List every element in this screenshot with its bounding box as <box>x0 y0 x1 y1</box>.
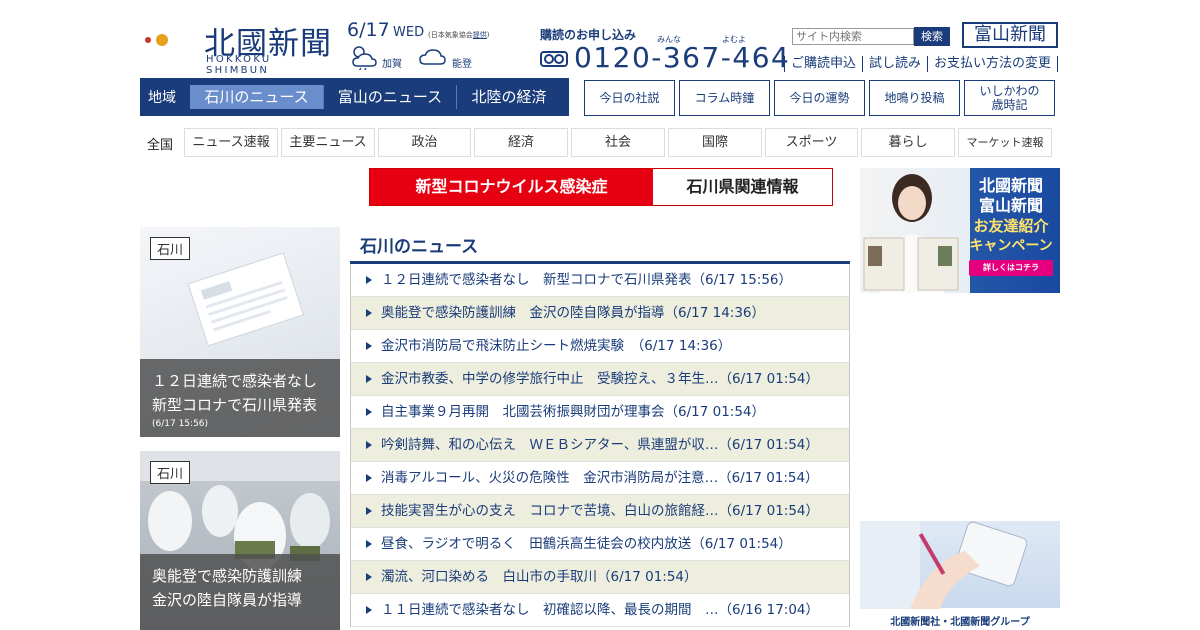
news-list-item[interactable]: 昼食、ラジオで明るく 田鶴浜高生徒会の校内放送（6/17 01:54） <box>351 528 849 561</box>
cat-breaking-news[interactable]: ニュース速報 <box>184 128 278 157</box>
ad-line: 北國新聞 <box>978 176 1043 195</box>
hokkoku-logo[interactable]: 北國新聞 HOKKOKU SHIMBUN <box>140 16 340 76</box>
weather-place-label: 能登 <box>452 58 472 70</box>
ishikawa-news-heading: 石川のニュース <box>360 237 479 257</box>
reader-posts-button[interactable]: 地鳴り投稿 <box>869 80 960 116</box>
ad-caption: 北國新聞社・北國新聞グループ <box>890 617 1030 628</box>
arrow-icon <box>366 507 372 515</box>
toyama-shimbun-logo[interactable]: 富山新聞 <box>962 22 1058 48</box>
cat-society[interactable]: 社会 <box>571 128 665 157</box>
ishikawa-calendar-button[interactable]: いしかわの 歳時記 <box>964 80 1055 116</box>
ad-line: 富山新聞 <box>978 196 1043 215</box>
arrow-icon <box>366 474 372 482</box>
cloud-icon <box>419 49 446 65</box>
subscription-links: ご購読申込 試し読み お支払い方法の変更 <box>784 56 1059 72</box>
arrow-icon <box>366 342 372 350</box>
arrow-icon <box>366 408 372 416</box>
arrow-icon <box>366 606 372 614</box>
news-list-item[interactable]: 金沢市消防局で飛沫防止シート燃焼実験 （6/17 14:36） <box>351 330 849 363</box>
arrow-icon <box>366 276 372 284</box>
sun-cloud-icon <box>352 46 377 70</box>
search-button[interactable]: 検索 <box>914 27 950 46</box>
site-search-input[interactable] <box>792 28 914 45</box>
payment-change-link[interactable]: お支払い方法の変更 <box>927 56 1059 72</box>
card-title: １２日連続で感染者なし 新型コロナで石川県発表 <box>152 372 333 414</box>
cat-economy[interactable]: 経済 <box>474 128 568 157</box>
arrow-icon <box>366 375 372 383</box>
trial-link[interactable]: 試し読み <box>862 56 927 72</box>
news-list-item[interactable]: 吟剣詩舞、和の心伝え ＷＥＢシアター、県連盟が収…（6/17 01:54） <box>351 429 849 462</box>
subscription-phone[interactable]: 0120-367-464 <box>574 41 790 74</box>
region-nav: 地域 石川のニュース 富山のニュース 北陸の経済 <box>140 78 569 116</box>
weather-credit-link[interactable]: 提供 <box>473 31 487 39</box>
cat-main-news[interactable]: 主要ニュース <box>281 128 375 157</box>
card-region-tag: 石川 <box>150 461 191 484</box>
column-jisho-button[interactable]: コラム時鐘 <box>679 80 770 116</box>
ad-line: キャンペーン <box>969 238 1053 254</box>
card-caption: １２日連続で感染者なし 新型コロナで石川県発表 (6/17 15:56) <box>140 359 340 437</box>
card-caption: 奥能登で感染防護訓練 金沢の陸自隊員が指導 <box>140 554 340 630</box>
weather-kaga[interactable]: 加賀 <box>349 44 402 70</box>
card-title: 奥能登で感染防護訓練 金沢の陸自隊員が指導 <box>152 567 318 609</box>
free-dial-icon <box>540 51 568 67</box>
news-list-item[interactable]: 奥能登で感染防護訓練 金沢の陸自隊員が指導（6/17 14:36） <box>351 297 849 330</box>
news-list-item[interactable]: 消毒アルコール、火災の危険性 金沢市消防局が注意…（6/17 01:54） <box>351 462 849 495</box>
subscribe-link[interactable]: ご購読申込 <box>784 56 862 72</box>
region-nav-label: 地域 <box>148 90 176 106</box>
cat-sports[interactable]: スポーツ <box>765 128 858 157</box>
ad-person-image <box>863 174 959 293</box>
news-list-item[interactable]: 自主事業９月再開 北國芸術振興財団が理事会（6/17 01:54） <box>351 396 849 429</box>
horoscope-button[interactable]: 今日の運勢 <box>774 80 865 116</box>
national-label: 全国 <box>147 138 174 153</box>
friend-referral-ad[interactable]: 北國新聞 富山新聞 お友達紹介 キャンペーン 詳しくはコチラ <box>860 168 1060 293</box>
editorial-button[interactable]: 今日の社説 <box>584 80 675 116</box>
card-date: (6/17 15:56) <box>152 419 209 429</box>
feature-card[interactable]: 石川 １２日連続で感染者なし 新型コロナで石川県発表 (6/17 15:56) <box>140 227 340 437</box>
logo-subtitle: HOKKOKU SHIMBUN <box>206 54 272 76</box>
corona-banner-right: 石川県関連情報 <box>686 177 799 196</box>
arrow-icon <box>366 540 372 548</box>
corona-banner[interactable]: 新型コロナウイルス感染症 石川県関連情報 <box>369 168 833 206</box>
arrow-icon <box>366 441 372 449</box>
ad-details-button[interactable]: 詳しくはコチラ <box>969 260 1053 276</box>
hokkoku-group-ad[interactable]: 北國新聞社・北國新聞グループ <box>860 521 1060 630</box>
cat-international[interactable]: 国際 <box>668 128 762 157</box>
ad-line: お友達紹介 <box>973 217 1049 235</box>
corona-banner-left: 新型コロナウイルス感染症 <box>370 169 653 205</box>
tab-toyama-news[interactable]: 富山のニュース <box>324 85 457 109</box>
tab-hokuriku-economy[interactable]: 北陸の経済 <box>457 85 561 109</box>
weather-weekday: WED <box>393 25 425 40</box>
news-list-item[interactable]: １１日連続で感染者なし 初確認以降、最長の期間 …（6/16 17:04） <box>351 594 849 627</box>
weather-credit: (日本気象協会提供) <box>428 31 490 39</box>
arrow-icon <box>366 309 372 317</box>
weather-date: 6/17 <box>347 19 390 41</box>
feature-card[interactable]: 石川 奥能登で感染防護訓練 金沢の陸自隊員が指導 <box>140 451 340 630</box>
tab-ishikawa-news[interactable]: 石川のニュース <box>190 85 324 109</box>
logo-mark-icon <box>144 22 188 58</box>
card-region-tag: 石川 <box>150 237 191 260</box>
ad-phone-image <box>860 521 1028 609</box>
news-list-item[interactable]: 濁流、河口染める 白山市の手取川（6/17 01:54） <box>351 561 849 594</box>
weather-place-label: 加賀 <box>382 58 402 70</box>
cat-living[interactable]: 暮らし <box>861 128 955 157</box>
news-list-item[interactable]: 金沢市教委、中学の修学旅行中止 受験控え、３年生…（6/17 01:54） <box>351 363 849 396</box>
weather-noto[interactable]: 能登 <box>417 44 472 70</box>
cat-market-news[interactable]: マーケット速報 <box>958 128 1052 157</box>
news-list-item[interactable]: 技能実習生が心の支え コロナで苦境、白山の旅館経…（6/17 01:54） <box>351 495 849 528</box>
newspaper-icon <box>187 252 304 347</box>
arrow-icon <box>366 573 372 581</box>
news-list: １２日連続で感染者なし 新型コロナで石川県発表（6/17 15:56） 奥能登で… <box>350 264 850 627</box>
cat-politics[interactable]: 政治 <box>378 128 471 157</box>
news-list-item[interactable]: １２日連続で感染者なし 新型コロナで石川県発表（6/17 15:56） <box>351 264 849 297</box>
